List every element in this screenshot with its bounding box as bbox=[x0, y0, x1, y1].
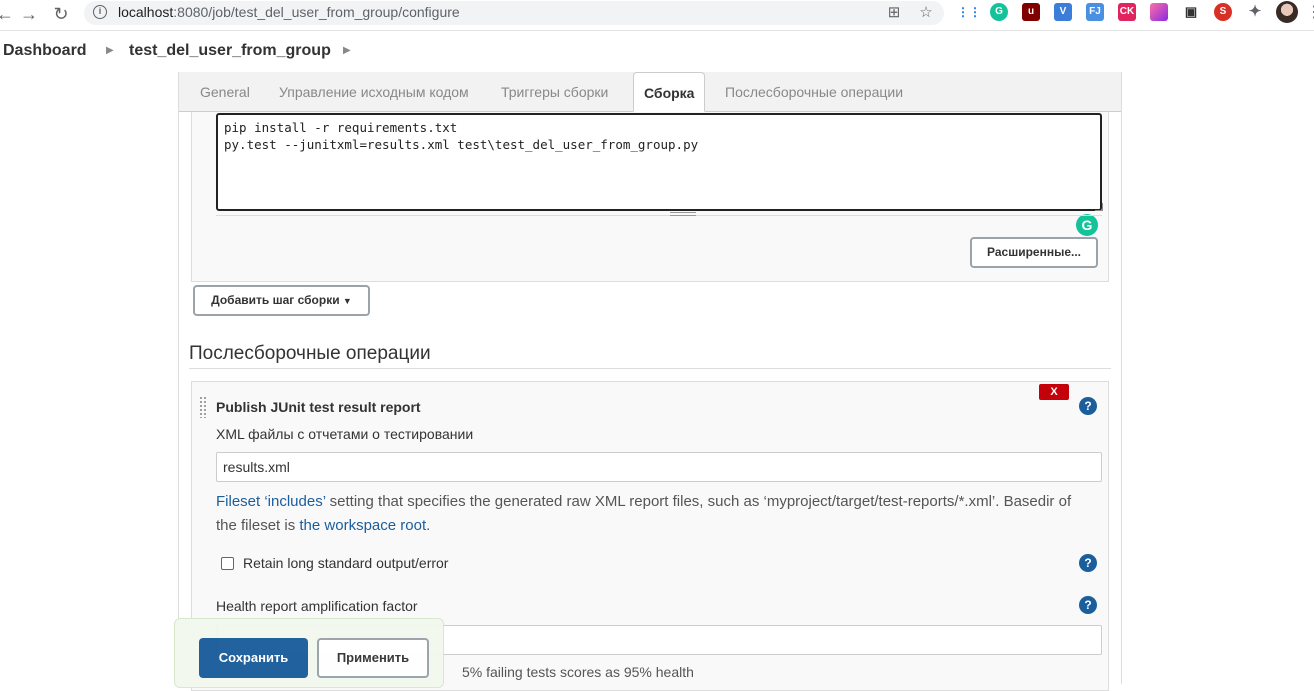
command-textarea[interactable]: pip install -r requirements.txt py.test … bbox=[216, 113, 1102, 211]
workspace-root-link[interactable]: the workspace root bbox=[299, 517, 426, 534]
caret-down-icon: ▼ bbox=[342, 296, 352, 306]
xml-files-input[interactable] bbox=[216, 452, 1102, 482]
resize-handle[interactable] bbox=[1095, 203, 1103, 211]
puzzle-icon[interactable]: ✦ bbox=[1246, 3, 1264, 21]
post-build-section-title: Послесборочные операции bbox=[189, 343, 431, 364]
advanced-button[interactable]: Расширенные... bbox=[970, 237, 1098, 268]
config-tabs: General Управление исходным кодом Тригге… bbox=[179, 72, 1121, 112]
xml-files-label: XML файлы с отчетами о тестировании bbox=[216, 426, 474, 442]
chevron-right-icon[interactable]: ▶ bbox=[343, 45, 351, 56]
config-panel: General Управление исходным кодом Тригге… bbox=[178, 72, 1122, 691]
translate-icon[interactable]: ⊞ bbox=[884, 3, 904, 23]
reload-icon[interactable]: ↻ bbox=[48, 3, 74, 25]
breadcrumb: Dashboard ▶ test_del_user_from_group ▶ bbox=[0, 32, 1314, 72]
url-text[interactable]: localhost:8080/job/test_del_user_from_gr… bbox=[118, 4, 460, 20]
health-factor-label: Health report amplification factor bbox=[216, 598, 418, 614]
tab-post-build[interactable]: Послесборочные операции bbox=[725, 84, 903, 100]
retain-output-label[interactable]: Retain long standard output/error bbox=[243, 555, 448, 571]
drag-handle-icon[interactable] bbox=[199, 396, 207, 418]
forward-icon[interactable]: → bbox=[16, 3, 42, 25]
divider bbox=[189, 368, 1111, 369]
chevron-right-icon[interactable]: ▶ bbox=[106, 45, 114, 56]
breadcrumb-dashboard[interactable]: Dashboard bbox=[3, 42, 87, 60]
tab-scm[interactable]: Управление исходным кодом bbox=[279, 84, 469, 100]
tab-general[interactable]: General bbox=[200, 84, 250, 100]
xml-files-description: Fileset ‘includes’ setting that specifie… bbox=[216, 490, 1096, 538]
star-icon[interactable]: ☆ bbox=[916, 3, 936, 23]
vimeo-ext-icon[interactable]: V bbox=[1054, 3, 1072, 21]
add-build-step-label: Добавить шаг сборки bbox=[211, 293, 340, 307]
ublock-ext-icon[interactable]: u bbox=[1022, 3, 1040, 21]
browser-toolbar: ← → ↻ i localhost:8080/job/test_del_user… bbox=[0, 0, 1314, 31]
bus-ext-icon[interactable]: ▣ bbox=[1182, 3, 1200, 21]
tab-build[interactable]: Сборка bbox=[633, 72, 706, 112]
health-factor-hint: 5% failing tests scores as 95% health bbox=[462, 664, 694, 680]
retain-output-checkbox[interactable] bbox=[221, 557, 234, 570]
help-icon[interactable]: ? bbox=[1079, 596, 1097, 614]
apps-grid-icon[interactable]: ⋮⋮ bbox=[957, 3, 981, 21]
help-icon[interactable]: ? bbox=[1079, 554, 1097, 572]
address-bar[interactable]: i localhost:8080/job/test_del_user_from_… bbox=[84, 1, 944, 25]
menu-icon[interactable]: ⋮ bbox=[1306, 2, 1314, 22]
grip-icon[interactable] bbox=[670, 212, 696, 216]
textarea-resizer[interactable] bbox=[216, 211, 1102, 216]
help-icon[interactable]: ? bbox=[1079, 397, 1097, 415]
avatar[interactable] bbox=[1276, 1, 1298, 23]
build-step-box: pip install -r requirements.txt py.test … bbox=[191, 112, 1109, 282]
site-info-icon[interactable]: i bbox=[93, 5, 107, 19]
add-build-step-button[interactable]: Добавить шаг сборки ▼ bbox=[193, 285, 370, 316]
seo-ext-icon[interactable]: S bbox=[1214, 3, 1232, 21]
delete-step-button[interactable]: X bbox=[1039, 384, 1069, 400]
apply-button[interactable]: Применить bbox=[317, 638, 429, 678]
breadcrumb-job[interactable]: test_del_user_from_group bbox=[129, 42, 331, 60]
save-bar: Сохранить Применить bbox=[174, 618, 444, 688]
gradient-ext-icon[interactable] bbox=[1150, 3, 1168, 21]
fj-ext-icon[interactable]: FJ bbox=[1086, 3, 1104, 21]
tab-triggers[interactable]: Триггеры сборки bbox=[501, 84, 608, 100]
save-button[interactable]: Сохранить bbox=[199, 638, 308, 678]
publish-title: Publish JUnit test result report bbox=[216, 399, 421, 415]
grammarly-ext-icon[interactable]: G bbox=[990, 3, 1008, 21]
ck-ext-icon[interactable]: CK bbox=[1118, 3, 1136, 21]
desc-end: . bbox=[426, 517, 431, 534]
grammarly-icon[interactable]: G bbox=[1076, 214, 1098, 236]
fileset-includes-link[interactable]: Fileset ‘includes’ bbox=[216, 493, 326, 510]
